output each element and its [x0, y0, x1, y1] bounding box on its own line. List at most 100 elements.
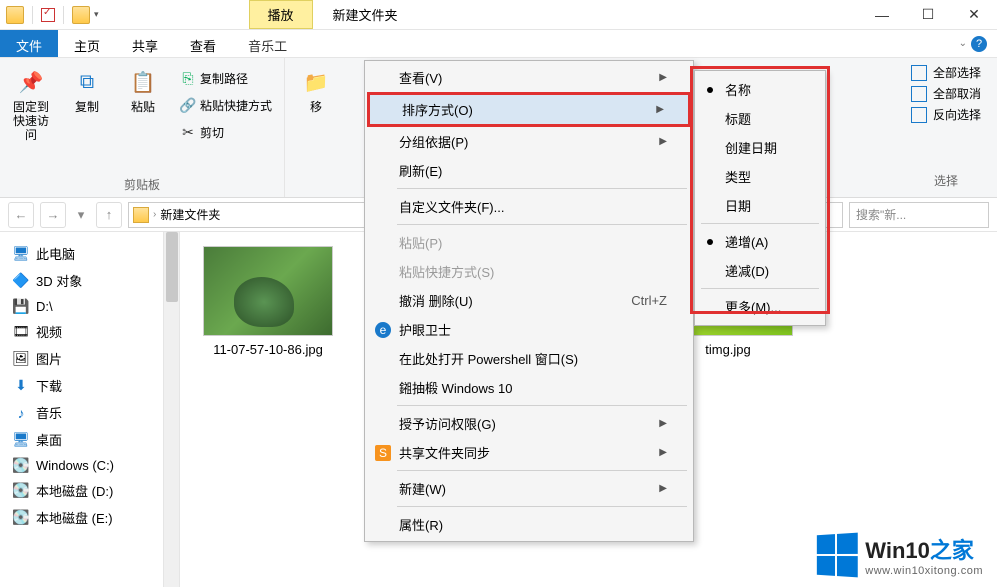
ctx-open-powershell[interactable]: 在此处打开 Powershell 窗口(S)	[367, 344, 691, 373]
sidebar-item-pictures[interactable]: 🖼图片	[4, 345, 175, 372]
new-folder-icon[interactable]	[72, 6, 90, 24]
sidebar-item-local-e[interactable]: 💽本地磁盘 (E:)	[4, 504, 175, 531]
sort-more[interactable]: 更多(M)...	[697, 292, 823, 321]
paste-icon: 📋	[129, 68, 157, 96]
clipboard-group-label: 剪贴板	[8, 174, 276, 195]
sidebar-item-local-d[interactable]: 💽本地磁盘 (D:)	[4, 477, 175, 504]
chevron-right-icon: ▶	[659, 136, 667, 147]
eye-icon: e	[375, 322, 391, 338]
sidebar-item-this-pc[interactable]: 🖥此电脑	[4, 240, 175, 267]
3d-icon: 🔷	[12, 273, 30, 289]
ribbon-collapse-icon[interactable]: ⌄	[959, 38, 967, 49]
tab-file[interactable]: 文件	[0, 30, 58, 57]
copy-icon: ⧉	[73, 68, 101, 96]
ctx-eye-guard[interactable]: e护眼卫士	[367, 315, 691, 344]
ctx-paste[interactable]: 粘贴(P)	[367, 228, 691, 257]
path-icon: ⎘	[180, 71, 196, 87]
minimize-button[interactable]: —	[859, 0, 905, 30]
forward-button[interactable]: →	[40, 202, 66, 228]
sidebar-item-downloads[interactable]: ⬇下载	[4, 372, 175, 399]
sidebar-item-music[interactable]: ♪音乐	[4, 399, 175, 426]
ctx-undo-delete[interactable]: 撤消 删除(U)Ctrl+Z	[367, 286, 691, 315]
file-item[interactable]: 11-07-57-10-86.jpg	[198, 246, 338, 358]
ctx-grant-access[interactable]: 授予访问权限(G)▶	[367, 409, 691, 438]
folder-icon[interactable]	[6, 6, 24, 24]
select-group: 全部选择 全部取消 反向选择 选择	[895, 58, 997, 197]
ctx-view[interactable]: 查看(V)▶	[367, 63, 691, 92]
chevron-right-icon: ▶	[659, 418, 667, 429]
back-button[interactable]: ←	[8, 202, 34, 228]
select-none-button[interactable]: 全部取消	[911, 85, 981, 102]
close-button[interactable]: ✕	[951, 0, 997, 30]
sidebar-scrollbar[interactable]	[163, 232, 179, 587]
properties-icon[interactable]	[41, 8, 55, 22]
quick-access-toolbar: ▾	[0, 6, 99, 24]
ctx-windows10[interactable]: 鎺抽椴 Windows 10	[367, 373, 691, 402]
windows-logo-icon	[817, 533, 858, 578]
select-invert-button[interactable]: 反向选择	[911, 106, 981, 123]
pin-to-quick-access-button[interactable]: 📌 固定到快速访问	[8, 64, 54, 174]
bullet-icon	[707, 87, 713, 93]
cut-button[interactable]: ✂剪切	[176, 122, 276, 143]
tab-view[interactable]: 查看	[174, 30, 232, 57]
copy-path-button[interactable]: ⎘复制路径	[176, 68, 276, 89]
sort-ascending[interactable]: 递增(A)	[697, 227, 823, 256]
move-to-button[interactable]: 📁 移	[293, 64, 339, 195]
ctx-paste-shortcut[interactable]: 粘贴快捷方式(S)	[367, 257, 691, 286]
sort-by-name[interactable]: 名称	[697, 75, 823, 104]
scissors-icon: ✂	[180, 125, 196, 141]
navigation-pane: 🖥此电脑 🔷3D 对象 💾D:\ 🎞视频 🖼图片 ⬇下载 ♪音乐 🖥桌面 💽Wi…	[0, 232, 180, 587]
file-name: timg.jpg	[705, 342, 751, 358]
recent-locations-button[interactable]: ▾	[72, 202, 90, 228]
pc-icon: 🖥	[12, 246, 30, 262]
bullet-icon	[707, 239, 713, 245]
sort-submenu: 名称 标题 创建日期 类型 日期 递增(A) 递减(D) 更多(M)...	[694, 70, 826, 326]
pin-icon: 📌	[17, 68, 45, 96]
ctx-refresh[interactable]: 刷新(E)	[367, 156, 691, 185]
sort-by-type[interactable]: 类型	[697, 162, 823, 191]
ctx-properties[interactable]: 属性(R)	[367, 510, 691, 539]
ctx-sort-by[interactable]: 排序方式(O)▶	[367, 92, 691, 127]
sort-descending[interactable]: 递减(D)	[697, 256, 823, 285]
sort-by-date[interactable]: 日期	[697, 191, 823, 220]
ctx-customize-folder[interactable]: 自定义文件夹(F)...	[367, 192, 691, 221]
select-group-label: 选择	[911, 170, 981, 191]
window-title: 新建文件夹	[333, 5, 398, 24]
search-input[interactable]: 搜索"新...	[849, 202, 989, 228]
watermark: Win10之家 www.win10xitong.com	[815, 533, 983, 577]
sidebar-item-desktop[interactable]: 🖥桌面	[4, 426, 175, 453]
up-button[interactable]: ↑	[96, 202, 122, 228]
sort-by-title[interactable]: 标题	[697, 104, 823, 133]
sort-by-created[interactable]: 创建日期	[697, 133, 823, 162]
select-all-button[interactable]: 全部选择	[911, 64, 981, 81]
tab-share[interactable]: 共享	[116, 30, 174, 57]
picture-icon: 🖼	[12, 351, 30, 367]
download-icon: ⬇	[12, 378, 30, 394]
tab-music-tools[interactable]: 音乐工	[232, 30, 303, 57]
sidebar-item-d-drive[interactable]: 💾D:\	[4, 294, 175, 318]
ctx-share-sync[interactable]: S共享文件夹同步▶	[367, 438, 691, 467]
ribbon-tabs: 文件 主页 共享 查看 音乐工 ⌄ ?	[0, 30, 997, 58]
sidebar-item-windows-c[interactable]: 💽Windows (C:)	[4, 453, 175, 477]
file-name: 11-07-57-10-86.jpg	[213, 342, 323, 358]
paste-button[interactable]: 📋 粘贴	[120, 64, 166, 174]
select-none-icon	[911, 86, 927, 102]
sidebar-item-3d-objects[interactable]: 🔷3D 对象	[4, 267, 175, 294]
drive-icon: 💽	[12, 510, 30, 526]
ctx-new[interactable]: 新建(W)▶	[367, 474, 691, 503]
help-icon[interactable]: ?	[971, 36, 987, 52]
ctx-group-by[interactable]: 分组依据(P)▶	[367, 127, 691, 156]
play-contextual-tab[interactable]: 播放	[249, 0, 313, 29]
title-bar: ▾ 播放 新建文件夹 — ☐ ✕	[0, 0, 997, 30]
sidebar-item-videos[interactable]: 🎞视频	[4, 318, 175, 345]
copy-button[interactable]: ⧉ 复制	[64, 64, 110, 174]
music-icon: ♪	[12, 405, 30, 421]
breadcrumb-current[interactable]: 新建文件夹	[160, 206, 220, 223]
maximize-button[interactable]: ☐	[905, 0, 951, 30]
hotkey-label: Ctrl+Z	[631, 293, 667, 308]
paste-shortcut-button[interactable]: 🔗粘贴快捷方式	[176, 95, 276, 116]
sync-icon: S	[375, 445, 391, 461]
move-icon: 📁	[302, 68, 330, 96]
folder-icon	[133, 207, 149, 223]
tab-home[interactable]: 主页	[58, 30, 116, 57]
